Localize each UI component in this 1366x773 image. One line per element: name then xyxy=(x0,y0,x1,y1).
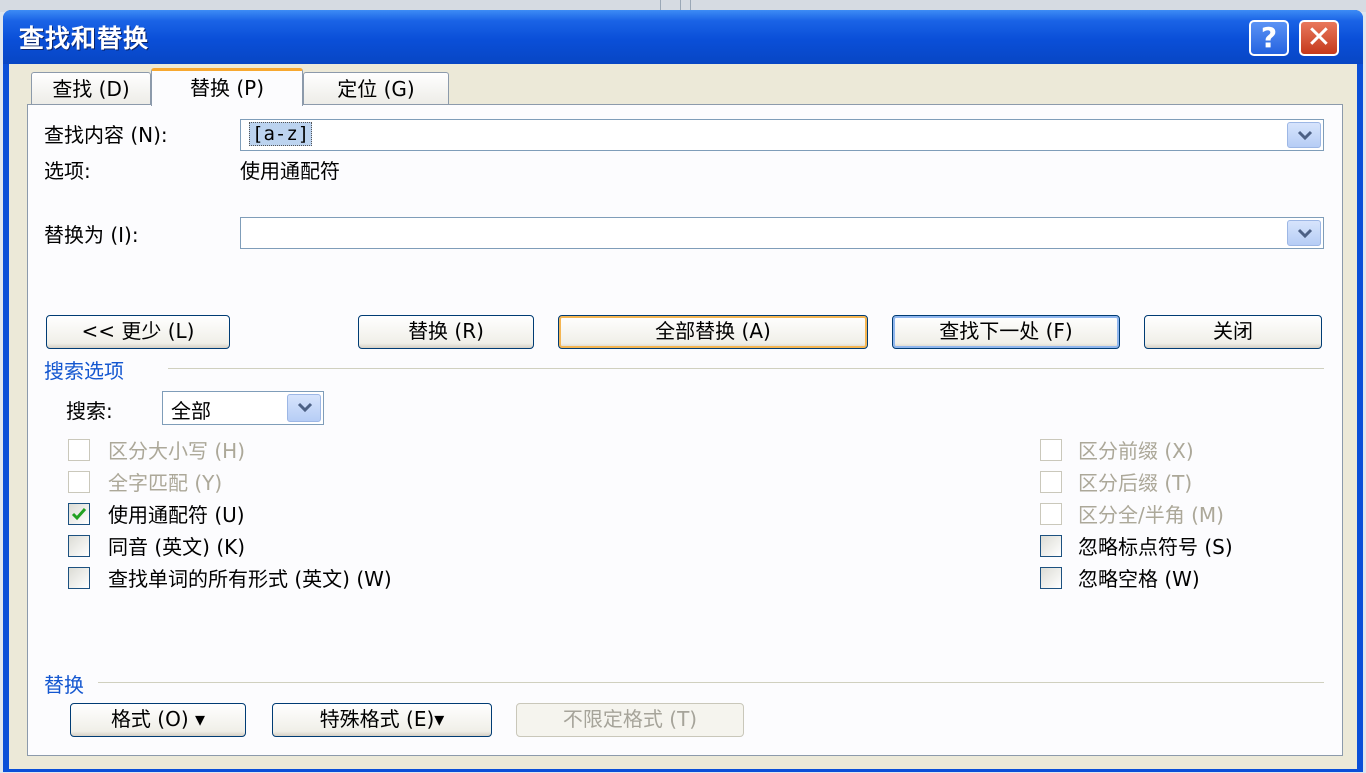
search-direction-label: 搜索: xyxy=(66,399,113,423)
window-title: 查找和替换 xyxy=(19,24,150,53)
close-button[interactable]: 关闭 xyxy=(1144,315,1322,349)
replace-with-field[interactable] xyxy=(240,217,1324,249)
search-direction-select[interactable]: 全部 xyxy=(162,391,324,425)
divider xyxy=(168,368,1324,369)
options-value: 使用通配符 xyxy=(240,159,340,183)
ignore-whitespace-label: 忽略空格 (W) xyxy=(1078,567,1200,591)
ignore-whitespace-checkbox[interactable] xyxy=(1040,567,1062,589)
wildcards-checkbox[interactable] xyxy=(68,503,90,525)
find-replace-dialog: 查找和替换 ? ✕ 查找 (D) 替换 (P) 定位 (G) 查找内容 (N):… xyxy=(3,10,1363,772)
title-bar[interactable]: 查找和替换 ? ✕ xyxy=(3,10,1363,64)
special-button[interactable]: 特殊格式 (E)▾ xyxy=(272,703,492,737)
dialog-body: 查找 (D) 替换 (P) 定位 (G) 查找内容 (N): [a-z] 选项:… xyxy=(9,64,1357,769)
find-what-value: [a-z] xyxy=(249,122,313,146)
divider xyxy=(98,682,1324,683)
search-options-heading: 搜索选项 xyxy=(44,359,124,383)
tab-goto[interactable]: 定位 (G) xyxy=(303,72,449,106)
tab-find[interactable]: 查找 (D) xyxy=(31,72,151,106)
find-what-field[interactable]: [a-z] xyxy=(240,119,1324,151)
replace-all-button[interactable]: 全部替换 (A) xyxy=(558,315,868,349)
replace-dropdown-button[interactable] xyxy=(1287,220,1321,246)
no-formatting-button[interactable]: 不限定格式 (T) xyxy=(516,703,744,737)
replace-with-label: 替换为 (I): xyxy=(44,223,139,247)
tab-panel-replace: 查找内容 (N): [a-z] 选项: 使用通配符 替换为 (I): << 更少… xyxy=(27,104,1343,756)
chevron-down-icon xyxy=(297,402,313,413)
help-button[interactable]: ? xyxy=(1249,20,1289,56)
match-case-label: 区分大小写 (H) xyxy=(108,439,246,463)
chevron-down-icon xyxy=(1297,228,1313,239)
match-width-label: 区分全/半角 (M) xyxy=(1078,503,1224,527)
ignore-punctuation-checkbox[interactable] xyxy=(1040,535,1062,557)
replace-button[interactable]: 替换 (R) xyxy=(358,315,534,349)
match-case-checkbox[interactable] xyxy=(68,439,90,461)
search-direction-value: 全部 xyxy=(171,399,211,423)
wildcards-label: 使用通配符 (U) xyxy=(108,503,245,527)
help-icon: ? xyxy=(1260,21,1278,54)
ignore-punctuation-label: 忽略标点符号 (S) xyxy=(1078,535,1233,559)
close-icon: ✕ xyxy=(1306,20,1332,55)
close-window-button[interactable]: ✕ xyxy=(1299,20,1339,56)
find-next-button[interactable]: 查找下一处 (F) xyxy=(892,315,1120,349)
all-word-forms-checkbox[interactable] xyxy=(68,567,90,589)
sounds-like-label: 同音 (英文) (K) xyxy=(108,535,246,559)
find-dropdown-button[interactable] xyxy=(1287,122,1321,148)
less-button[interactable]: << 更少 (L) xyxy=(46,315,230,349)
match-prefix-checkbox[interactable] xyxy=(1040,439,1062,461)
find-what-label: 查找内容 (N): xyxy=(44,123,168,147)
chevron-down-icon xyxy=(1297,130,1313,141)
replace-section-heading: 替换 xyxy=(44,673,84,697)
all-word-forms-label: 查找单词的所有形式 (英文) (W) xyxy=(108,567,392,591)
match-width-checkbox[interactable] xyxy=(1040,503,1062,525)
format-button[interactable]: 格式 (O) ▾ xyxy=(70,703,246,737)
tab-replace[interactable]: 替换 (P) xyxy=(151,68,303,106)
whole-word-label: 全字匹配 (Y) xyxy=(108,471,223,495)
match-prefix-label: 区分前缀 (X) xyxy=(1078,439,1194,463)
whole-word-checkbox[interactable] xyxy=(68,471,90,493)
match-suffix-checkbox[interactable] xyxy=(1040,471,1062,493)
options-label: 选项: xyxy=(44,159,91,183)
sounds-like-checkbox[interactable] xyxy=(68,535,90,557)
check-icon xyxy=(71,508,87,521)
match-suffix-label: 区分后缀 (T) xyxy=(1078,471,1193,495)
search-direction-dropdown[interactable] xyxy=(287,394,321,422)
